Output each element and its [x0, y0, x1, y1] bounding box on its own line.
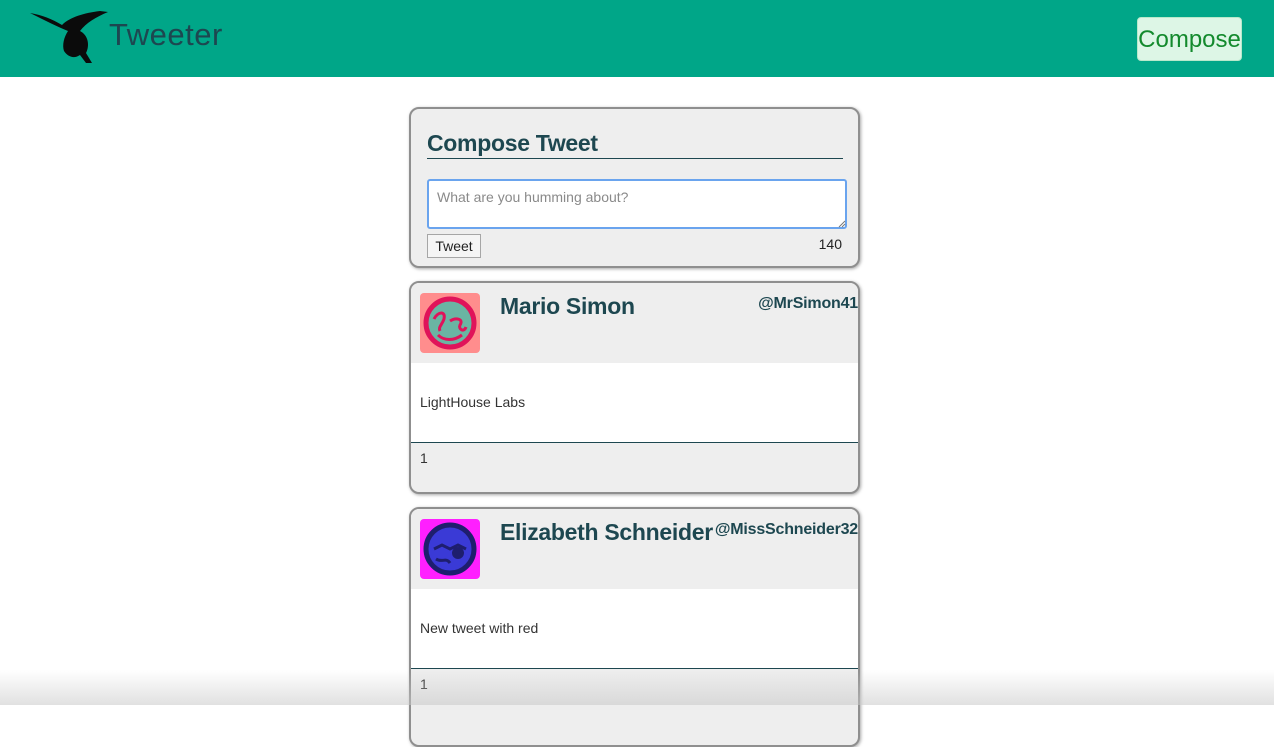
tweet-author-handle: @MissSchneider32 — [714, 521, 858, 538]
avatar-face-icon — [420, 293, 480, 353]
tweet-body: LightHouse Labs — [411, 363, 858, 443]
tweet-input[interactable] — [427, 179, 847, 229]
tweet-footer: 1 — [420, 450, 428, 466]
hummingbird-icon[interactable] — [28, 5, 110, 65]
tweet-author-name: Elizabeth Schneider — [500, 519, 713, 545]
tweet-button[interactable]: Tweet — [427, 234, 481, 258]
tweet-header: Mario Simon @MrSimon41 — [411, 283, 858, 363]
tweet-author-handle: @MrSimon41 — [758, 295, 858, 312]
navbar: Tweeter Compose — [0, 0, 1274, 77]
compose-button[interactable]: Compose — [1137, 17, 1242, 61]
compose-title: Compose Tweet — [427, 130, 843, 159]
tweet-text: New tweet with red — [420, 620, 539, 636]
tweet-author-name: Mario Simon — [500, 293, 635, 319]
tweet-footer: 1 — [420, 676, 428, 692]
tweet-article: Elizabeth Schneider @MissSchneider32 New… — [409, 507, 860, 747]
tweet-text: LightHouse Labs — [420, 394, 526, 410]
tweet-article: Mario Simon @MrSimon41 LightHouse Labs 1 — [409, 281, 860, 494]
compose-tweet-card: Compose Tweet Tweet 140 — [409, 107, 860, 268]
brand-title[interactable]: Tweeter — [109, 17, 223, 53]
char-counter: 140 — [818, 236, 842, 252]
avatar-face-icon — [420, 519, 480, 579]
tweet-body: New tweet with red — [411, 589, 858, 669]
resize-grip-icon[interactable] — [838, 220, 846, 228]
tweet-header: Elizabeth Schneider @MissSchneider32 — [411, 509, 858, 589]
